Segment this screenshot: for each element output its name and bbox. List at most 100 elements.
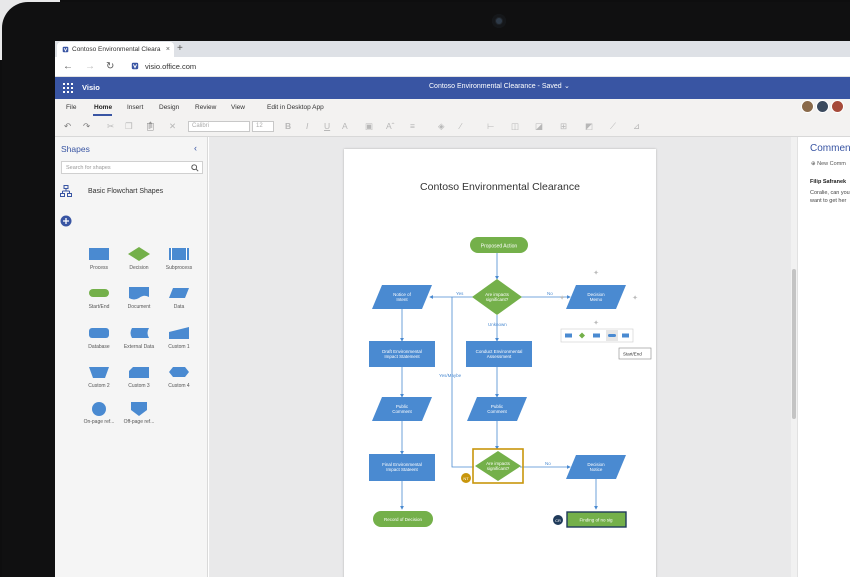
shape-text: Notice [590,467,603,472]
connector-icon[interactable]: ⟋ [610,121,616,131]
cut-icon[interactable]: ✂ [107,121,114,131]
terminator-shape-icon [89,289,109,297]
shape-style-icon[interactable]: ◩ [585,121,593,131]
shape-decision[interactable]: Decision [119,247,159,271]
new-tab-button[interactable]: + [177,43,183,55]
connector-label: Unknown [488,322,507,327]
quick-shape-document[interactable] [622,333,629,338]
bold-button[interactable]: B [285,121,291,131]
tab-view[interactable]: View [231,104,245,111]
underline-button[interactable]: U [324,121,330,131]
process-shape-icon [89,248,109,260]
font-name-select[interactable]: Calibri [188,121,250,132]
tab-close-icon[interactable]: × [166,46,170,53]
tab-file[interactable]: File [66,104,76,111]
shape-onpage[interactable]: On-page ref... [79,401,119,425]
chevron-down-icon[interactable]: ⌄ [564,82,570,90]
arrange-icon[interactable]: ◫ [511,121,519,131]
font-size-select[interactable]: 12 [252,121,274,132]
more-icon[interactable]: ⊿ [633,121,640,131]
shape-label: Process [89,265,109,271]
drawing-page[interactable]: Contoso Environmental Clearance Proposed… [344,149,656,577]
shape-offpage[interactable]: Off-page ref... [119,401,159,425]
browser-tab[interactable]: Contoso Environmental Cleara × [57,42,174,57]
avatar[interactable] [831,100,844,113]
tab-review[interactable]: Review [195,104,216,111]
font-color-icon[interactable]: A [342,121,348,131]
comment-text[interactable]: Coralie, can you want to get her [810,189,850,205]
avatar[interactable] [801,100,814,113]
flowchart: Proposed Action Are impacts significant?… [369,237,652,528]
connector[interactable] [451,297,474,468]
delete-icon[interactable]: ✕ [169,121,176,131]
align-icon[interactable]: ≡ [410,121,415,131]
shape-label: Custom 1 [168,344,190,350]
forward-arrow-icon[interactable]: → [85,60,95,74]
line-color-icon[interactable]: ∕ [460,121,461,131]
shape-custom2[interactable]: Custom 2 [79,365,119,389]
italic-button[interactable]: I [306,121,308,131]
tab-home[interactable]: Home [94,104,112,111]
shape-terminator[interactable]: Start/End [79,286,119,310]
shape-label: Decision [129,265,149,271]
connector-label: No [547,291,553,296]
back-arrow-icon[interactable]: ← [63,60,73,74]
add-stencil-icon[interactable] [60,215,72,227]
shape-custom4[interactable]: Custom 4 [159,365,199,389]
fill-icon[interactable]: ◈ [438,121,445,131]
new-comment-button[interactable]: ⊕ New Comm [811,161,846,167]
app-name[interactable]: Visio [82,83,100,92]
connector-label: Yes/Maybe [439,373,462,378]
copy-icon[interactable]: ❐ [125,121,133,131]
shape-database[interactable]: Database [79,326,119,350]
quick-shape-subprocess[interactable] [593,333,600,338]
drawing-canvas[interactable]: Contoso Environmental Clearance Proposed… [209,137,795,577]
shape-text: Impact Stateent [386,467,418,472]
document-title[interactable]: Contoso Environmental Clearance - Saved [429,83,562,90]
shape-external[interactable]: External Data [119,326,159,350]
refresh-icon[interactable]: ↻ [106,60,114,74]
tab-insert[interactable]: Insert [127,104,143,111]
shape-process[interactable]: Process [79,247,119,271]
url-field[interactable]: visio.office.com [145,62,196,71]
data-shape-icon [169,288,189,298]
avatar[interactable] [816,100,829,113]
comments-title: Comments [810,143,850,154]
app-launcher-icon[interactable] [63,83,73,93]
edit-in-desktop-button[interactable]: Edit in Desktop App [267,104,324,111]
group-icon[interactable]: ⊞ [560,121,567,131]
shape-search-input[interactable]: Search for shapes [61,161,203,174]
shape-subprocess[interactable]: Subprocess [159,247,199,271]
screen: Contoso Environmental Cleara × + ← → ↻ v… [55,41,850,577]
shape-data[interactable]: Data [159,286,199,310]
shape-text: significant? [487,466,510,471]
shape-document[interactable]: Document [119,286,159,310]
shape-text: significant? [486,297,509,302]
font-grow-icon[interactable]: Aˆ [386,121,395,131]
paste-icon[interactable]: 📋︎ [145,121,156,131]
svg-text:✦: ✦ [559,294,565,302]
text-box-icon[interactable]: ▣ [365,121,373,131]
quick-shape-process[interactable] [565,333,572,338]
shape-label: Custom 4 [168,383,190,389]
search-icon[interactable] [191,164,199,172]
redo-icon[interactable]: ↷ [83,121,90,131]
svg-text:✦: ✦ [593,269,599,277]
ribbon-tabs: File Home Insert Design Review View Edit… [55,99,850,116]
comment-text-line: Coralie, can you [810,190,850,196]
quick-shape-start-end[interactable] [608,334,616,337]
styles-icon[interactable]: ◪ [535,121,543,131]
shape-custom3[interactable]: Custom 3 [119,365,159,389]
custom4-shape-icon [169,367,189,377]
connector-label: Yes [456,291,464,296]
shape-label: Data [173,304,185,310]
shape-custom1[interactable]: Custom 1 [159,326,199,350]
undo-icon[interactable]: ↶ [64,121,71,131]
position-icon[interactable]: ⊢ [487,121,494,131]
stencil-tree-icon[interactable] [60,185,72,197]
onpage-shape-icon [92,402,106,416]
shape-label: Subprocess [165,265,193,271]
collapse-panel-icon[interactable]: ‹ [194,143,197,153]
scrollbar-thumb[interactable] [792,269,796,419]
tab-design[interactable]: Design [159,104,179,111]
